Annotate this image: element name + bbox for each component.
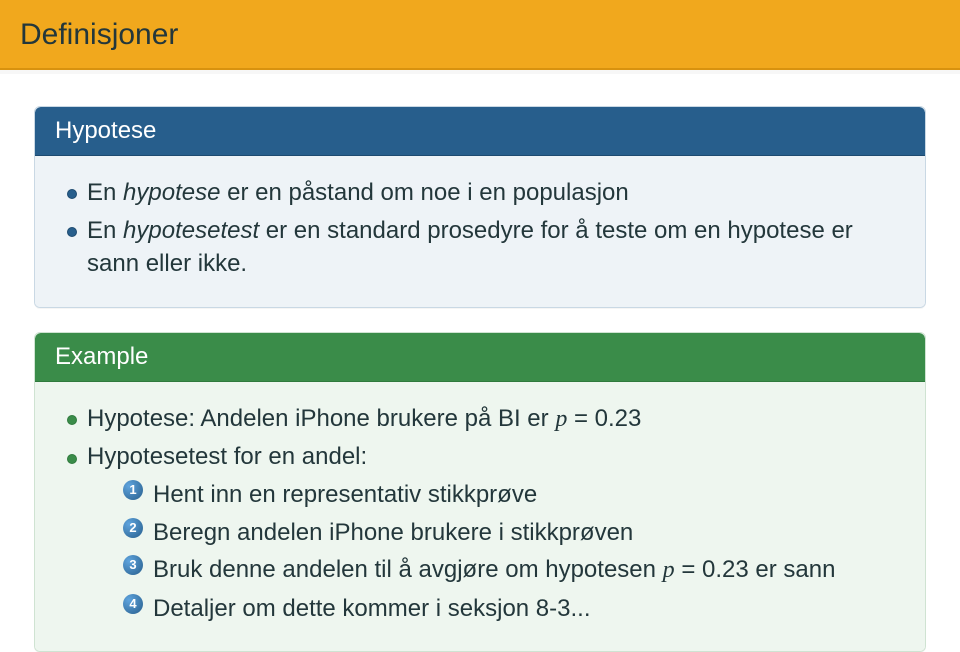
example-list: Hypotese: Andelen iPhone brukere på BI e… bbox=[61, 402, 899, 626]
hypotese-list: En hypotese er en påstand om noe i en po… bbox=[61, 176, 899, 281]
block-example-body: Hypotese: Andelen iPhone brukere på BI e… bbox=[35, 382, 925, 652]
text: Hypotese: Andelen iPhone brukere på BI e… bbox=[87, 405, 555, 432]
text: Beregn andelen iPhone brukere i stikkprø… bbox=[153, 519, 633, 546]
enum-item: Bruk denne andelen til å avgjøre om hypo… bbox=[123, 553, 899, 588]
block-hypotese-head: Hypotese bbox=[35, 107, 925, 156]
block-example-head: Example bbox=[35, 333, 925, 382]
text: En bbox=[87, 217, 123, 244]
text: Hent inn en representativ stikkprøve bbox=[153, 481, 537, 508]
text: er en påstand om noe i en populasjon bbox=[220, 179, 628, 206]
example-enum: Hent inn en representativ stikkprøve Ber… bbox=[87, 478, 899, 625]
block-hypotese-body: En hypotese er en påstand om noe i en po… bbox=[35, 156, 925, 307]
slide-content: Hypotese En hypotese er en påstand om no… bbox=[0, 70, 960, 652]
list-item: En hypotesetest er en standard prosedyre… bbox=[61, 214, 899, 281]
text: Detaljer om dette kommer i seksjon 8-3..… bbox=[153, 595, 591, 622]
emph: hypotese bbox=[123, 179, 220, 206]
block-hypotese: Hypotese En hypotese er en påstand om no… bbox=[34, 106, 926, 308]
emph: hypotesetest bbox=[123, 217, 259, 244]
slide-title-bar: Definisjoner bbox=[0, 0, 960, 70]
block-hypotese-title: Hypotese bbox=[55, 117, 156, 144]
text: Hypotesetest for en andel: bbox=[87, 443, 367, 470]
math-eq: = 0.23 bbox=[675, 556, 749, 583]
list-item: Hypotese: Andelen iPhone brukere på BI e… bbox=[61, 402, 899, 437]
text: En bbox=[87, 179, 123, 206]
math-var: p bbox=[663, 557, 675, 583]
enum-item: Hent inn en representativ stikkprøve bbox=[123, 478, 899, 512]
math-eq: = 0.23 bbox=[567, 405, 641, 432]
list-item: En hypotese er en påstand om noe i en po… bbox=[61, 176, 899, 210]
text: Bruk denne andelen til å avgjøre om hypo… bbox=[153, 556, 663, 583]
enum-item: Detaljer om dette kommer i seksjon 8-3..… bbox=[123, 592, 899, 626]
list-item: Hypotesetest for en andel: Hent inn en r… bbox=[61, 440, 899, 625]
math-var: p bbox=[555, 406, 567, 432]
block-example-title: Example bbox=[55, 343, 148, 370]
block-example: Example Hypotese: Andelen iPhone brukere… bbox=[34, 332, 926, 652]
slide-title: Definisjoner bbox=[20, 18, 178, 51]
text: er sann bbox=[749, 556, 836, 583]
enum-item: Beregn andelen iPhone brukere i stikkprø… bbox=[123, 516, 899, 550]
